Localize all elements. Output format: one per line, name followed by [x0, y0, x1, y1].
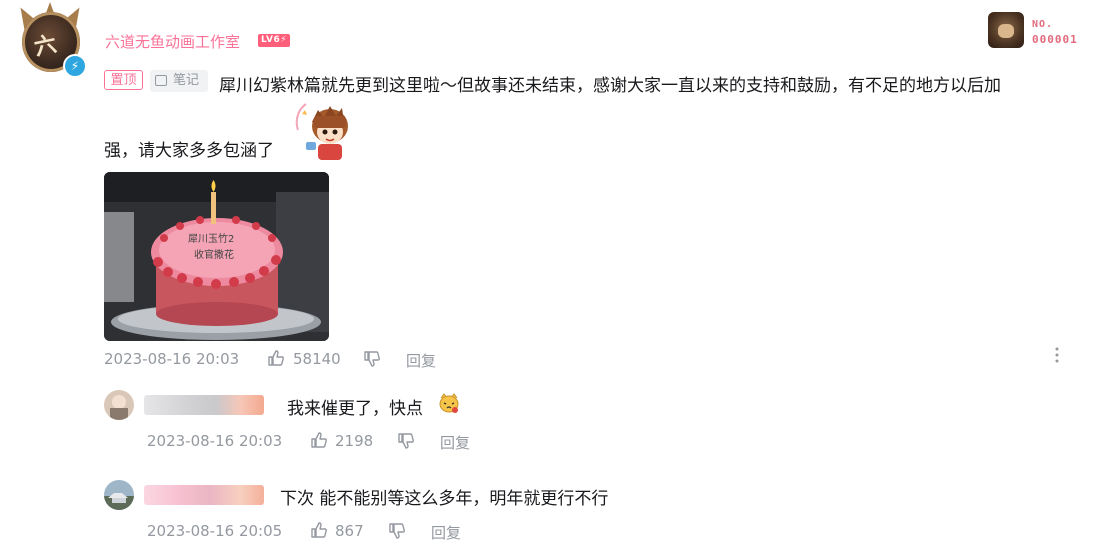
- note-icon: [155, 75, 167, 86]
- reply-avatar[interactable]: [104, 390, 134, 420]
- reply-reply-button[interactable]: 回复: [440, 432, 470, 453]
- cake-text-line2: 收官撒花: [194, 248, 234, 261]
- cake-text-line1: 犀川玉竹2: [188, 232, 234, 245]
- reply-timestamp: 2023-08-16 20:03: [147, 432, 283, 450]
- reply-reply-button[interactable]: 回复: [431, 522, 461, 543]
- reply-text: 下次 能不能别等这么多年，明年就更行不行: [280, 489, 609, 509]
- reply-text: 我来催更了，快点: [287, 399, 423, 419]
- cake-photo[interactable]: 犀川玉竹2 收官撒花: [104, 172, 329, 341]
- reply-like-count: 867: [335, 522, 364, 540]
- verified-icon: ⚡: [63, 54, 87, 78]
- dislike-icon[interactable]: [388, 522, 406, 540]
- note-tag[interactable]: 笔记: [150, 70, 208, 92]
- reply-username-blurred[interactable]: [144, 485, 264, 505]
- like-icon[interactable]: [310, 521, 328, 539]
- reply-avatar[interactable]: [104, 480, 134, 510]
- character-sticker-icon: [295, 103, 348, 160]
- reply-username-blurred[interactable]: [144, 395, 264, 415]
- fan-badge-number: 000001: [1032, 33, 1078, 46]
- more-vertical-icon[interactable]: [1050, 346, 1064, 364]
- username[interactable]: 六道无鱼动画工作室: [105, 31, 240, 52]
- like-icon[interactable]: [267, 349, 285, 367]
- fan-badge-label: NO.: [1032, 19, 1054, 30]
- level-badge: LV6⚡: [258, 34, 291, 47]
- dislike-icon[interactable]: [397, 432, 415, 450]
- reply-like-count: 2198: [335, 432, 374, 450]
- comment-timestamp: 2023-08-16 20:03: [104, 350, 240, 368]
- cat-emoji-icon: [439, 393, 459, 413]
- pinned-tag: 置顶: [104, 70, 143, 90]
- reply-button[interactable]: 回复: [406, 350, 436, 371]
- dislike-icon[interactable]: [363, 350, 381, 368]
- comment-text-line1: 犀川幻紫林篇就先更到这里啦～但故事还未结束，感谢大家一直以来的支持和鼓励，有不足…: [219, 76, 1001, 96]
- reply-timestamp: 2023-08-16 20:05: [147, 522, 283, 540]
- comment-text-line2: 强，请大家多多包涵了: [104, 141, 274, 161]
- note-tag-label: 笔记: [173, 73, 200, 88]
- like-count: 58140: [293, 350, 341, 368]
- fan-badge-avatar: [988, 12, 1024, 48]
- like-icon[interactable]: [310, 431, 328, 449]
- main-avatar[interactable]: 六 ⚡: [13, 2, 90, 82]
